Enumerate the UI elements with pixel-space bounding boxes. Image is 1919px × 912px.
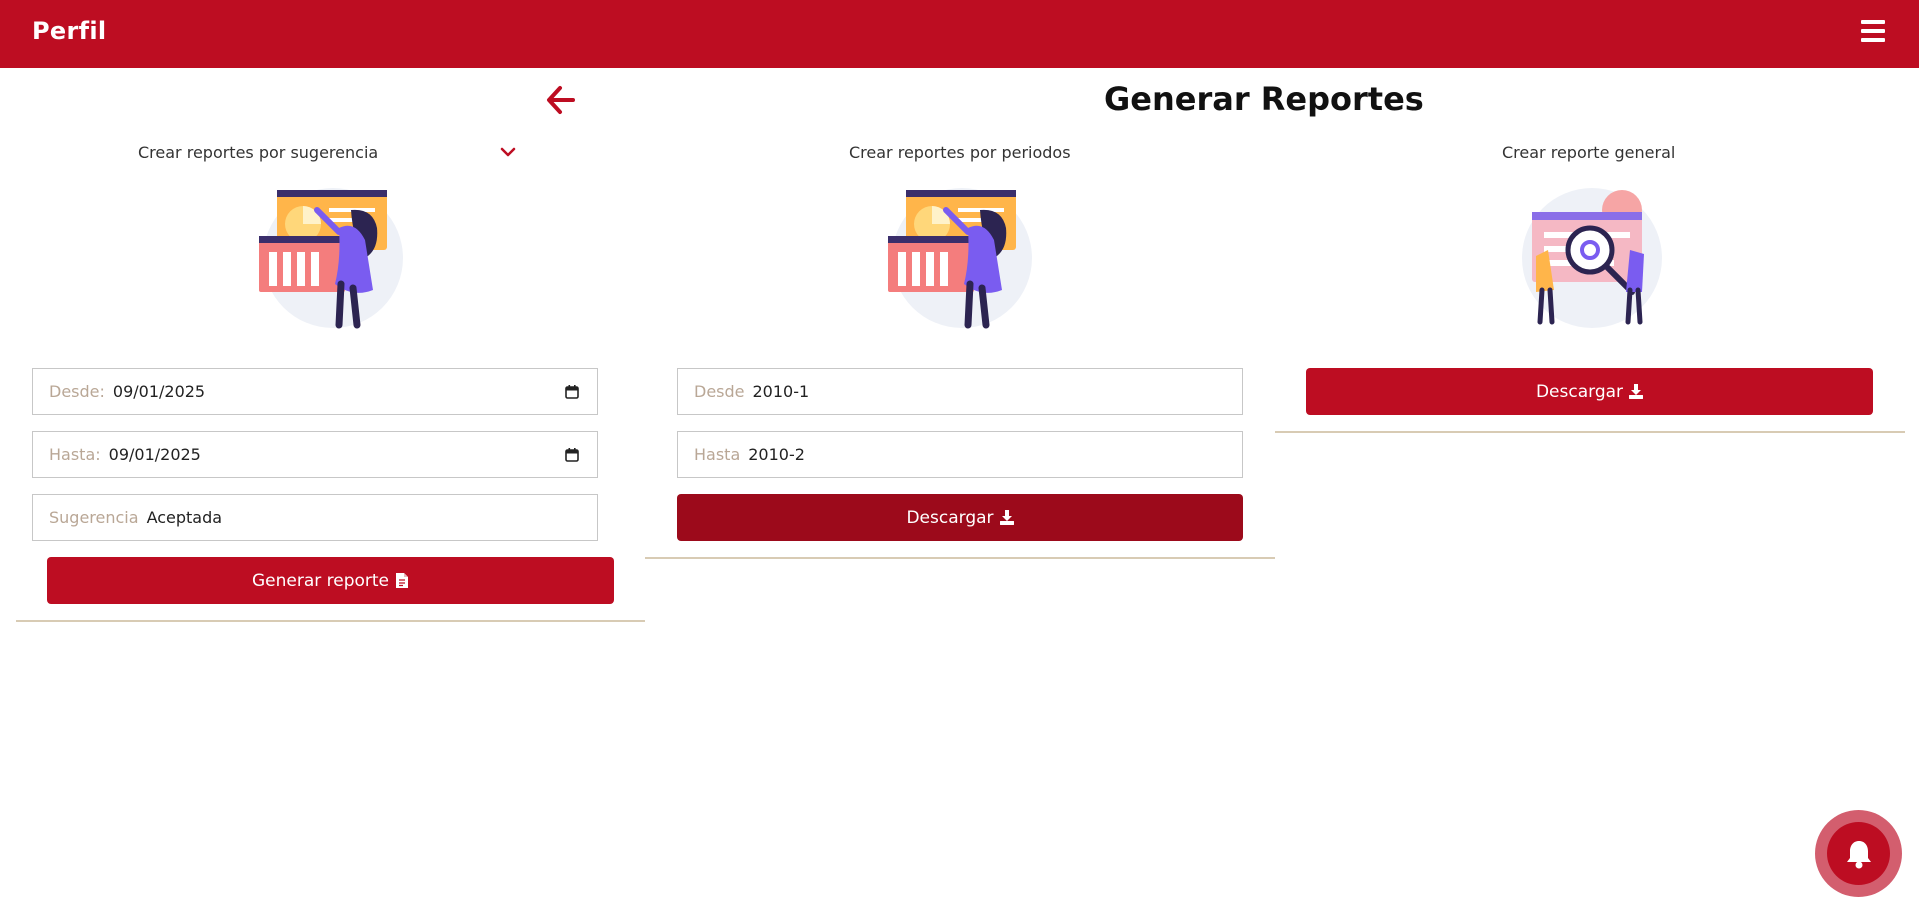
page-title: Generar Reportes (1104, 80, 1424, 118)
download-general-button[interactable]: Descargar (1306, 368, 1873, 415)
section-divider (645, 557, 1275, 559)
period-hasta-input[interactable]: Hasta 2010-2 (677, 431, 1243, 478)
download-periods-button-label: Descargar (906, 507, 994, 528)
report-illustration (259, 188, 403, 329)
sugerencia-value: Aceptada (146, 508, 223, 527)
section-divider (1275, 431, 1905, 433)
suggestion-section-label: Crear reportes por sugerencia (138, 143, 379, 162)
hasta-label: Hasta: (49, 445, 101, 464)
desde-label: Desde: (49, 382, 105, 401)
period-desde-input[interactable]: Desde 2010-1 (677, 368, 1243, 415)
period-desde-label: Desde (694, 382, 745, 401)
period-hasta-value: 2010-2 (748, 445, 805, 464)
hasta-date-input[interactable]: Hasta: 09/01/2025 (32, 431, 598, 478)
file-pdf-icon (396, 573, 409, 588)
report-illustration (888, 188, 1032, 329)
sugerencia-label: Sugerencia (49, 508, 139, 527)
sugerencia-select[interactable]: Sugerencia Aceptada (32, 494, 598, 541)
calendar-icon[interactable] (565, 385, 579, 399)
desde-date-input[interactable]: Desde: 09/01/2025 (32, 368, 598, 415)
section-divider (16, 620, 645, 622)
generate-report-button[interactable]: Generar reporte (47, 557, 614, 604)
download-icon (1629, 384, 1644, 399)
chevron-down-icon[interactable] (500, 146, 516, 158)
download-periods-button[interactable]: Descargar (677, 494, 1243, 541)
general-section-label: Crear reporte general (1502, 143, 1676, 162)
periods-section-label: Crear reportes por periodos (849, 143, 1071, 162)
calendar-icon[interactable] (565, 448, 579, 462)
download-icon (999, 510, 1014, 525)
period-desde-value: 2010-1 (752, 382, 810, 401)
top-navbar: Perfil (0, 0, 1919, 68)
back-arrow-icon[interactable] (544, 84, 576, 116)
download-general-button-label: Descargar (1535, 381, 1624, 402)
brand-title[interactable]: Perfil (32, 17, 106, 45)
hamburger-icon (1861, 20, 1885, 24)
period-hasta-label: Hasta (694, 445, 741, 464)
bell-icon (1847, 841, 1871, 869)
generate-report-button-label: Generar reporte (251, 570, 390, 591)
notifications-button[interactable] (1815, 810, 1902, 897)
analysis-illustration (1522, 188, 1662, 328)
hamburger-menu-button[interactable] (1861, 20, 1885, 42)
hasta-value: 09/01/2025 (108, 445, 201, 464)
desde-value: 09/01/2025 (112, 382, 206, 401)
